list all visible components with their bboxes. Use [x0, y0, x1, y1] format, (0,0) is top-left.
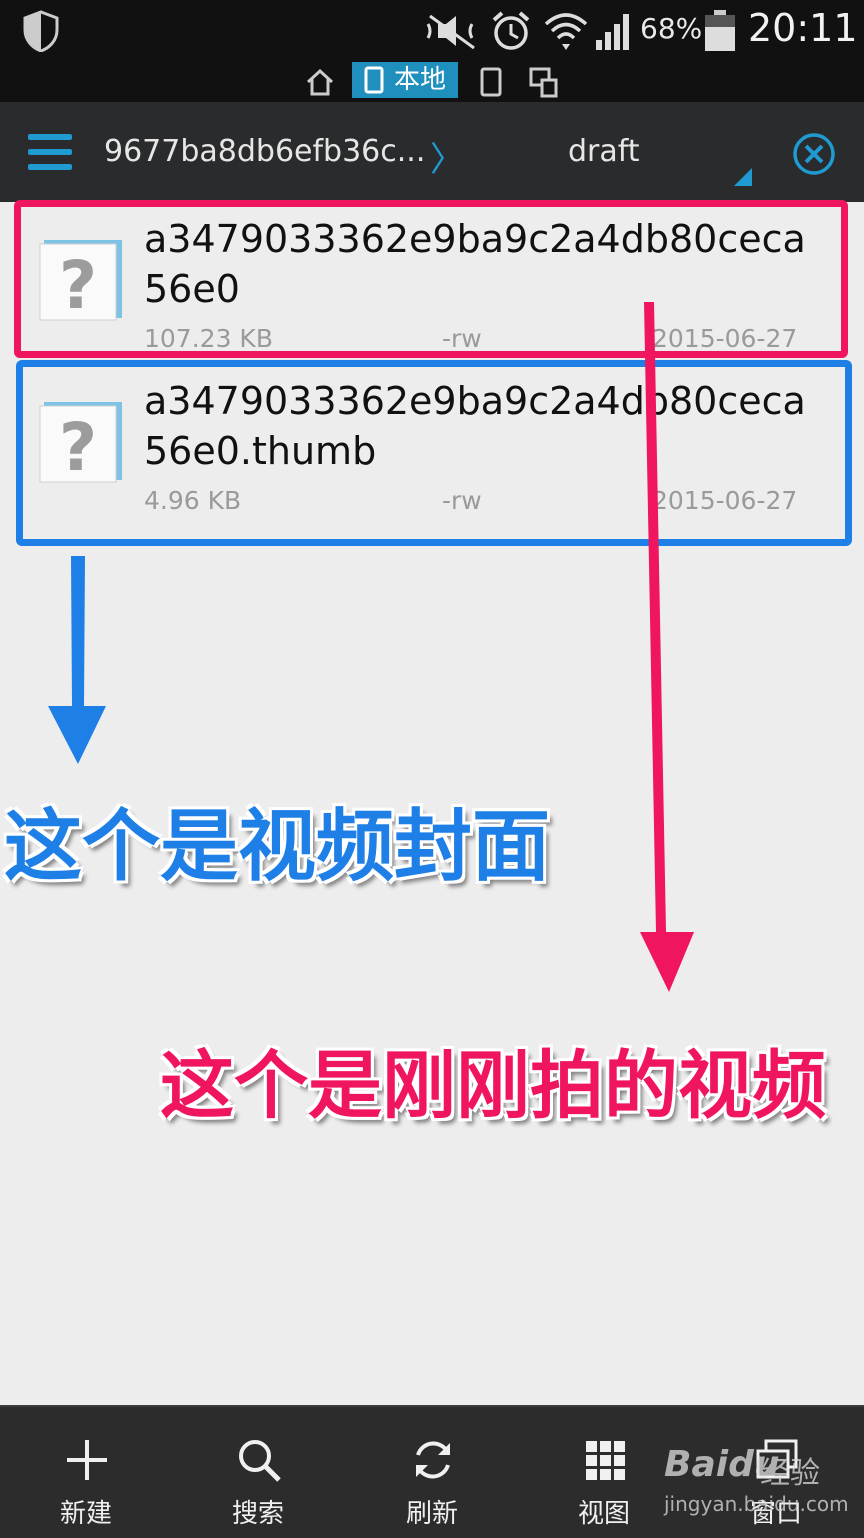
search-label: 搜索: [231, 1499, 284, 1529]
file-size: 4.96 KB: [144, 486, 242, 515]
blue-arrow-icon: [48, 556, 106, 764]
unknown-file-icon: ?: [39, 402, 122, 484]
file-name: a3479033362e9ba9c2a4db80ceca56e0: [144, 217, 806, 311]
shield-icon: [23, 10, 59, 52]
home-icon[interactable]: [304, 64, 336, 100]
svg-text:?: ?: [59, 247, 97, 322]
file-row[interactable]: ? a3479033362e9ba9c2a4db80ceca56e0.thumb…: [22, 364, 842, 515]
refresh-button[interactable]: 刷新: [372, 1407, 492, 1538]
phone-icon: [364, 66, 384, 94]
refresh-icon: [416, 1441, 450, 1479]
refresh-label: 刷新: [405, 1499, 458, 1529]
red-arrow-icon: [640, 302, 694, 992]
svg-text:?: ?: [59, 409, 97, 484]
new-label: 新建: [59, 1499, 112, 1529]
location-tabs: 本地: [0, 62, 864, 102]
annotation-video-note: 这个是刚刚拍的视频: [160, 1043, 826, 1129]
status-bar: 68% 20:11: [0, 0, 864, 62]
mute-icon: [426, 14, 475, 50]
signal-icon: [596, 14, 629, 50]
baidu-watermark: Baidu 经验 jingyan.baidu.com: [660, 1440, 850, 1520]
alarm-icon: [492, 11, 530, 50]
clock: 20:11: [748, 6, 858, 50]
plus-icon: [67, 1440, 107, 1480]
annotation-cover-note: 这个是视频封面: [4, 802, 551, 892]
search-button[interactable]: 搜索: [198, 1407, 318, 1538]
battery-percent: 68%: [640, 12, 703, 45]
battery-icon: [705, 10, 735, 51]
grid-view-icon: [586, 1441, 625, 1480]
unknown-file-icon: ?: [39, 240, 122, 322]
search-icon: [239, 1440, 281, 1482]
file-permissions: -rw: [442, 324, 482, 353]
new-button[interactable]: 新建: [26, 1407, 146, 1538]
watermark-cn: 经验: [760, 1456, 820, 1491]
breadcrumb-current[interactable]: draft: [568, 134, 640, 169]
file-name: a3479033362e9ba9c2a4db80ceca56e0.thumb: [144, 379, 806, 473]
view-label: 视图: [577, 1499, 630, 1529]
tab-local-label: 本地: [394, 65, 447, 95]
tablet-icon[interactable]: [478, 64, 504, 100]
file-row[interactable]: ? a3479033362e9ba9c2a4db80ceca56e0 107.2…: [22, 202, 842, 353]
path-bar: 9677ba8db6efb36c... 〉 draft: [0, 102, 864, 202]
file-permissions: -rw: [442, 486, 482, 515]
tab-local[interactable]: 本地: [352, 62, 458, 98]
file-size: 107.23 KB: [144, 324, 273, 353]
menu-icon[interactable]: [28, 134, 72, 170]
view-button[interactable]: 视图: [544, 1407, 664, 1538]
close-icon[interactable]: [792, 132, 836, 176]
network-devices-icon[interactable]: [528, 64, 560, 100]
wifi-icon: [544, 13, 588, 50]
watermark-url: jingyan.baidu.com: [664, 1492, 849, 1516]
dropdown-corner-icon[interactable]: [734, 168, 752, 186]
breadcrumb-parent[interactable]: 9677ba8db6efb36c...: [104, 134, 425, 169]
breadcrumb-separator: 〉: [430, 140, 464, 180]
